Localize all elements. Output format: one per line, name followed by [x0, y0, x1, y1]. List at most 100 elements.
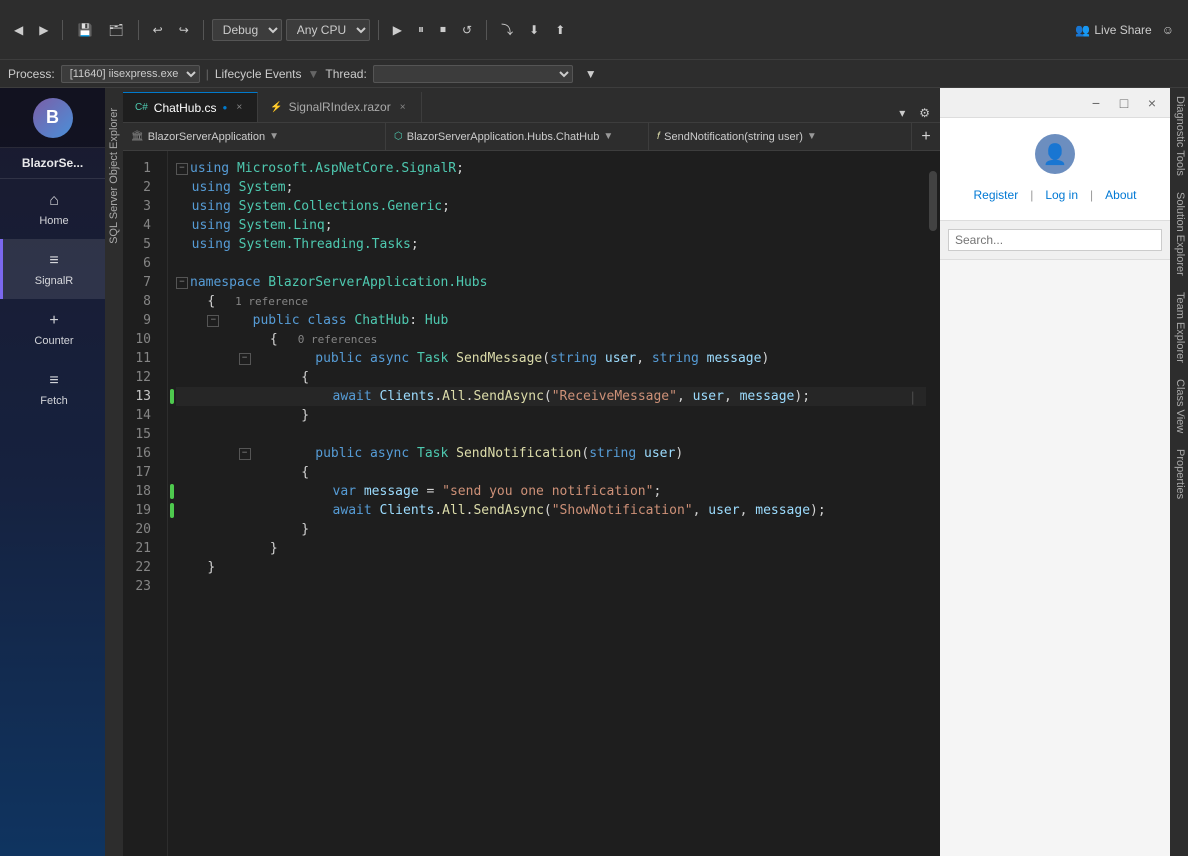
ln-1: 1 [123, 159, 157, 178]
nav-dropdowns: 🏛 BlazorServerApplication ▼ ⬡ BlazorServ… [123, 123, 940, 151]
ln-10: 10 [123, 330, 157, 349]
namespace-chevron: ▼ [269, 131, 279, 142]
ln-4: 4 [123, 216, 157, 235]
scroll-thumb[interactable] [929, 171, 937, 231]
method-dropdown[interactable]: 𝑓 SendNotification(string user) ▼ [649, 123, 912, 150]
account-actions: Register | Log in | About [970, 186, 1141, 204]
code-line-5: using System.Threading.Tasks; [176, 235, 926, 254]
collapse-7[interactable]: − [176, 277, 188, 289]
nav-add-btn[interactable]: + [912, 128, 940, 146]
cpu-dropdown[interactable]: Any CPU [286, 19, 370, 41]
ln-11: 11 [123, 349, 157, 368]
live-share-button[interactable]: 👥 Live Share [1075, 23, 1151, 37]
ln-18: 18 [123, 482, 157, 501]
sql-server-tab-label[interactable]: SQL Server Object Explorer [108, 108, 120, 244]
step-into-btn[interactable]: ⬇ [523, 21, 545, 39]
vtab-class-view[interactable]: Class View [1170, 371, 1188, 441]
avatar: 👤 [1035, 134, 1075, 174]
close-btn[interactable]: × [1140, 91, 1164, 115]
ln-12: 12 [123, 368, 157, 387]
tab-chathub-close[interactable]: × [233, 101, 245, 114]
thread-dropdown[interactable] [373, 65, 573, 83]
code-content[interactable]: − using Microsoft.AspNetCore.SignalR; us… [168, 151, 926, 856]
step-out-btn[interactable]: ⬆ [549, 21, 571, 39]
ln-9: 9 [123, 311, 157, 330]
ln-13: 13 [123, 387, 157, 406]
maximize-btn[interactable]: □ [1112, 91, 1136, 115]
tab-dropdown-btn[interactable]: ▾ [893, 104, 911, 122]
code-line-22: } [176, 558, 926, 577]
vtab-team-explorer[interactable]: Team Explorer [1170, 284, 1188, 371]
code-line-23 [176, 577, 926, 596]
vtab-properties[interactable]: Properties [1170, 441, 1188, 507]
tab-signalrindex-icon: ⚡ [270, 102, 282, 113]
sql-server-tab[interactable]: SQL Server Object Explorer [105, 88, 123, 856]
stop-btn[interactable]: ⏹ [434, 20, 452, 39]
forward-btn[interactable]: ▶ [33, 21, 54, 39]
tab-bar: C# ChatHub.cs ● × ⚡ SignalRIndex.razor ×… [123, 88, 940, 123]
right-search-area [940, 221, 1170, 260]
save-btn[interactable]: 💾 [71, 21, 98, 39]
sidebar-item-fetch[interactable]: ≡ Fetch [0, 359, 105, 419]
undo-btn[interactable]: ↩ [147, 21, 169, 39]
back-btn[interactable]: ◀ [8, 21, 29, 39]
method-label: SendNotification(string user) [664, 131, 803, 143]
vtab-diagnostic[interactable]: Diagnostic Tools [1170, 88, 1188, 184]
minimize-btn[interactable]: − [1084, 91, 1108, 115]
sidebar-item-counter[interactable]: + Counter [0, 299, 105, 359]
collapse-11[interactable]: − [239, 353, 251, 365]
scroll-area[interactable] [926, 151, 940, 856]
change-marker-13 [170, 389, 174, 404]
tab-signalrindex-close[interactable]: × [397, 101, 409, 114]
pause-btn[interactable]: ⏸ [412, 20, 430, 39]
redo-btn[interactable]: ↪ [173, 21, 195, 39]
vtab-solution-explorer[interactable]: Solution Explorer [1170, 184, 1188, 284]
signalr-icon: ≡ [44, 251, 64, 271]
main-area: B BlazorSe... ⌂ Home ≡ SignalR + Counter… [0, 88, 1188, 856]
line-numbers: 1 2 3 4 5 6 7 8 9 10 11 12 13 14 15 16 1 [123, 151, 168, 856]
save-all-btn[interactable]: 🗂 [102, 21, 129, 39]
code-line-10: { 0 references [176, 330, 926, 349]
sidebar-logo: B [0, 88, 105, 148]
sidebar-item-counter-label: Counter [34, 335, 73, 347]
thread-filter-btn[interactable]: ▼ [579, 65, 603, 83]
ln-22: 22 [123, 558, 157, 577]
collapse-1[interactable]: − [176, 163, 188, 175]
sidebar-item-signalr[interactable]: ≡ SignalR [0, 239, 105, 299]
account-panel: 👤 Register | Log in | About [940, 118, 1170, 221]
login-button[interactable]: Log in [1041, 186, 1082, 204]
tab-signalrindex[interactable]: ⚡ SignalRIndex.razor × [258, 92, 421, 122]
class-dropdown[interactable]: ⬡ BlazorServerApplication.Hubs.ChatHub ▼ [386, 123, 649, 150]
about-button[interactable]: About [1101, 186, 1140, 204]
feedback-btn[interactable]: ☺ [1156, 21, 1180, 39]
register-button[interactable]: Register [970, 186, 1023, 204]
namespace-icon: 🏛 [131, 131, 144, 142]
lifecycle-label: Lifecycle Events [215, 67, 302, 81]
toolbar-sep-2 [138, 20, 139, 40]
namespace-dropdown[interactable]: 🏛 BlazorServerApplication ▼ [123, 123, 386, 150]
right-search-input[interactable] [948, 229, 1162, 251]
restart-btn[interactable]: ↺ [456, 21, 478, 39]
tab-actions: ▾ ⚙ [889, 104, 940, 122]
right-panel-header: − □ × [940, 88, 1170, 118]
sidebar-item-home[interactable]: ⌂ Home [0, 179, 105, 239]
collapse-9[interactable]: − [207, 315, 219, 327]
tab-settings-btn[interactable]: ⚙ [913, 104, 936, 122]
ln-6: 6 [123, 254, 157, 273]
class-label: BlazorServerApplication.Hubs.ChatHub [407, 131, 600, 143]
code-line-13: await Clients.All.SendAsync("ReceiveMess… [176, 387, 926, 406]
debug-config-dropdown[interactable]: Debug [212, 19, 282, 41]
collapse-16[interactable]: − [239, 448, 251, 460]
live-share-icon: 👥 [1075, 23, 1090, 37]
process-dropdown[interactable]: [11640] iisexpress.exe [61, 65, 200, 83]
step-over-btn[interactable]: ⤵ [495, 19, 519, 40]
sidebar-item-fetch-label: Fetch [40, 395, 68, 407]
top-toolbar: ◀ ▶ 💾 🗂 ↩ ↪ Debug Any CPU ▶ ⏸ ⏹ ↺ ⤵ ⬇ ⬆ … [0, 0, 1188, 60]
start-btn[interactable]: ▶ [387, 21, 408, 39]
tab-chathub[interactable]: C# ChatHub.cs ● × [123, 92, 258, 122]
process-label: Process: [8, 67, 55, 81]
tab-signalrindex-label: SignalRIndex.razor [289, 100, 391, 114]
ln-2: 2 [123, 178, 157, 197]
thread-label: Thread: [325, 67, 366, 81]
code-line-14: } [176, 406, 926, 425]
